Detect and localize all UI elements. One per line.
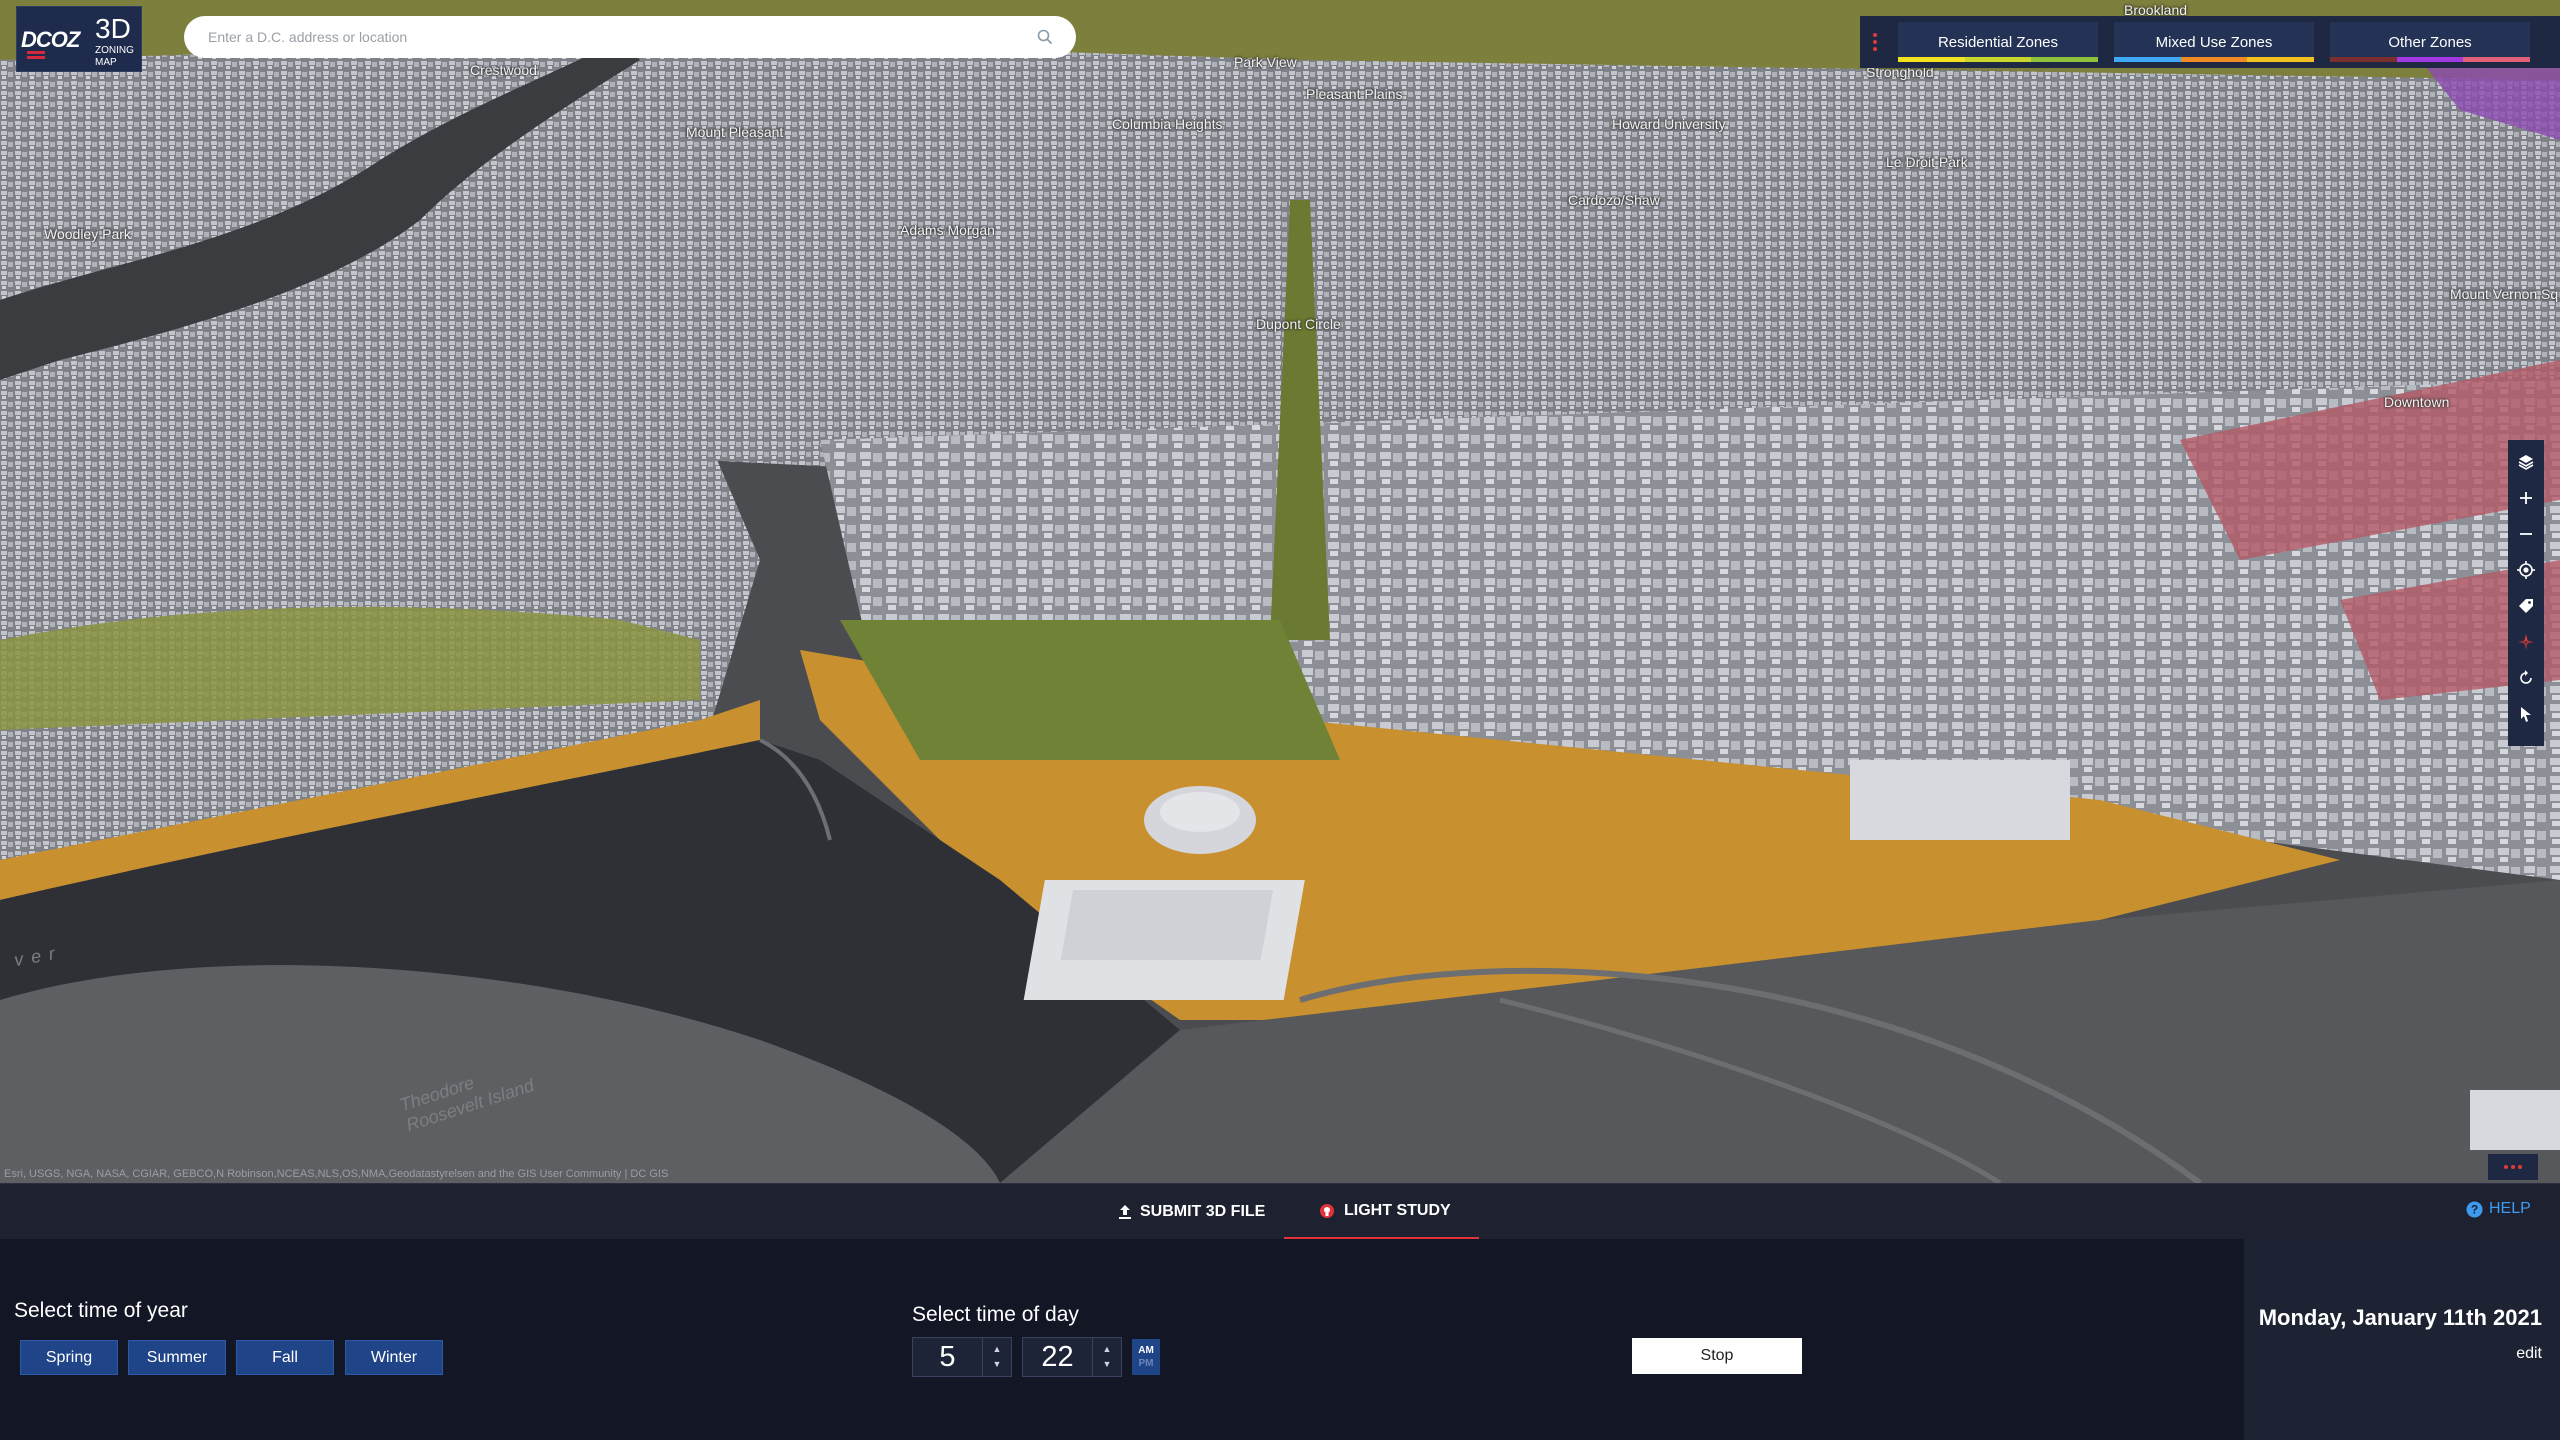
hour-down-icon[interactable]: ▼ bbox=[993, 1360, 1002, 1369]
light-study-panel: Select time of year Spring Summer Fall W… bbox=[0, 1239, 2560, 1440]
map-attribution: Esri, USGS, NGA, NASA, CGIAR, GEBCO,N Ro… bbox=[4, 1168, 668, 1180]
zoom-out-icon[interactable] bbox=[2508, 516, 2544, 552]
map-label-adams-morgan: Adams Morgan bbox=[900, 222, 995, 238]
logo-mono-text: DCOZ bbox=[21, 27, 79, 53]
map-label-mount-vernon-sq: Mount Vernon Sq bbox=[2450, 286, 2558, 302]
minute-down-icon[interactable]: ▼ bbox=[1103, 1360, 1112, 1369]
logo-map-text: MAP bbox=[95, 57, 117, 68]
map-view[interactable]: Crestwood Park View Pleasant Plains Broo… bbox=[0, 0, 2560, 1183]
map-label-woodley-park: Woodley Park bbox=[44, 226, 131, 242]
zone-color-swatch bbox=[2181, 57, 2248, 62]
zone-tab-other[interactable]: Other Zones bbox=[2330, 22, 2530, 62]
tab-light-study[interactable]: LIGHT STUDY bbox=[1284, 1184, 1479, 1240]
zone-color-bar bbox=[1898, 57, 2098, 62]
select-pointer-icon[interactable] bbox=[2508, 696, 2544, 732]
more-horizontal-icon[interactable] bbox=[2488, 1154, 2538, 1180]
season-button-summer[interactable]: Summer bbox=[128, 1340, 226, 1375]
svg-text:?: ? bbox=[2471, 1202, 2478, 1216]
layers-icon[interactable] bbox=[2508, 444, 2544, 480]
tag-icon[interactable] bbox=[2508, 588, 2544, 624]
zone-color-swatch bbox=[2330, 57, 2397, 62]
season-button-spring[interactable]: Spring bbox=[20, 1340, 118, 1375]
tab-submit-3d-file[interactable]: SUBMIT 3D FILE bbox=[1118, 1184, 1265, 1240]
season-button-winter[interactable]: Winter bbox=[345, 1340, 443, 1375]
minute-value[interactable]: 22 bbox=[1023, 1338, 1093, 1376]
help-label: HELP bbox=[2489, 1200, 2531, 1218]
compass-icon[interactable] bbox=[2508, 624, 2544, 660]
zone-tab-residential[interactable]: Residential Zones bbox=[1898, 22, 2098, 62]
upload-icon bbox=[1118, 1204, 1132, 1220]
zone-color-swatch bbox=[2463, 57, 2530, 62]
zone-tab-label: Mixed Use Zones bbox=[2156, 34, 2273, 51]
app-logo[interactable]: DCOZ 3D ZONING MAP bbox=[16, 6, 142, 72]
map-label-le-droit-park: Le Droit Park bbox=[1886, 154, 1968, 170]
zone-color-swatch bbox=[2397, 57, 2464, 62]
map-label-columbia-heights: Columbia Heights bbox=[1112, 116, 1223, 132]
locate-icon[interactable] bbox=[2508, 552, 2544, 588]
rotate-icon[interactable] bbox=[2508, 660, 2544, 696]
map-label-dupont-circle: Dupont Circle bbox=[1256, 316, 1341, 332]
search-icon[interactable] bbox=[1034, 26, 1056, 48]
minute-stepper[interactable]: 22 ▲ ▼ bbox=[1022, 1337, 1122, 1377]
map-scene[interactable] bbox=[0, 0, 2560, 1183]
bottom-tab-bar: SUBMIT 3D FILE LIGHT STUDY ? HELP bbox=[0, 1183, 2560, 1239]
dc-flag-icon bbox=[27, 51, 45, 63]
logo-zoning-text: ZONING bbox=[95, 45, 134, 56]
search-bar bbox=[184, 16, 1076, 58]
hour-value[interactable]: 5 bbox=[913, 1338, 983, 1376]
help-link[interactable]: ? HELP bbox=[2466, 1200, 2531, 1218]
light-bulb-icon bbox=[1318, 1202, 1336, 1220]
more-vertical-icon[interactable] bbox=[1860, 16, 1890, 68]
map-label-park-view: Park View bbox=[1234, 54, 1297, 70]
zone-tab-mixed-use[interactable]: Mixed Use Zones bbox=[2114, 22, 2314, 62]
hour-spinner: ▲ ▼ bbox=[983, 1338, 1011, 1376]
zone-color-bar bbox=[2114, 57, 2314, 62]
zone-color-swatch bbox=[2247, 57, 2314, 62]
map-label-crestwood: Crestwood bbox=[470, 62, 537, 78]
help-icon: ? bbox=[2466, 1201, 2483, 1218]
map-label-pleasant-plains: Pleasant Plains bbox=[1306, 86, 1403, 102]
zone-tab-label: Residential Zones bbox=[1938, 34, 2058, 51]
tab-label: SUBMIT 3D FILE bbox=[1140, 1203, 1265, 1221]
edit-date-link[interactable]: edit bbox=[2516, 1345, 2542, 1363]
day-section-title: Select time of day bbox=[912, 1303, 1079, 1327]
minute-up-icon[interactable]: ▲ bbox=[1103, 1345, 1112, 1354]
zone-color-swatch bbox=[2114, 57, 2181, 62]
map-label-downtown: Downtown bbox=[2384, 394, 2449, 410]
zone-color-swatch bbox=[1965, 57, 2032, 62]
stop-button[interactable]: Stop bbox=[1632, 1338, 1802, 1374]
zone-color-swatch bbox=[2031, 57, 2098, 62]
map-label-howard-university: Howard University bbox=[1612, 116, 1726, 132]
season-button-fall[interactable]: Fall bbox=[236, 1340, 334, 1375]
current-date: Monday, January 11th 2021 bbox=[2259, 1305, 2542, 1331]
hour-up-icon[interactable]: ▲ bbox=[993, 1345, 1002, 1354]
tab-label: LIGHT STUDY bbox=[1344, 1202, 1451, 1220]
zone-color-swatch bbox=[1898, 57, 1965, 62]
search-input[interactable] bbox=[208, 29, 1034, 45]
zoom-in-icon[interactable] bbox=[2508, 480, 2544, 516]
zone-legend: Residential Zones Mixed Use Zones Other … bbox=[1860, 16, 2560, 68]
date-panel: Monday, January 11th 2021 edit bbox=[2244, 1239, 2560, 1440]
pm-option[interactable]: PM bbox=[1139, 1358, 1154, 1369]
map-label-cardozo-shaw: Cardozo/Shaw bbox=[1568, 192, 1660, 208]
zone-tab-label: Other Zones bbox=[2388, 34, 2471, 51]
hour-stepper[interactable]: 5 ▲ ▼ bbox=[912, 1337, 1012, 1377]
map-tool-rail bbox=[2508, 440, 2544, 746]
zone-color-bar bbox=[2330, 57, 2530, 62]
minute-spinner: ▲ ▼ bbox=[1093, 1338, 1121, 1376]
am-option[interactable]: AM bbox=[1138, 1345, 1154, 1356]
year-section-title: Select time of year bbox=[14, 1299, 188, 1323]
map-label-mount-pleasant: Mount Pleasant bbox=[686, 124, 783, 140]
am-pm-toggle[interactable]: AM PM bbox=[1132, 1339, 1160, 1375]
logo-3d-text: 3D bbox=[95, 13, 131, 45]
